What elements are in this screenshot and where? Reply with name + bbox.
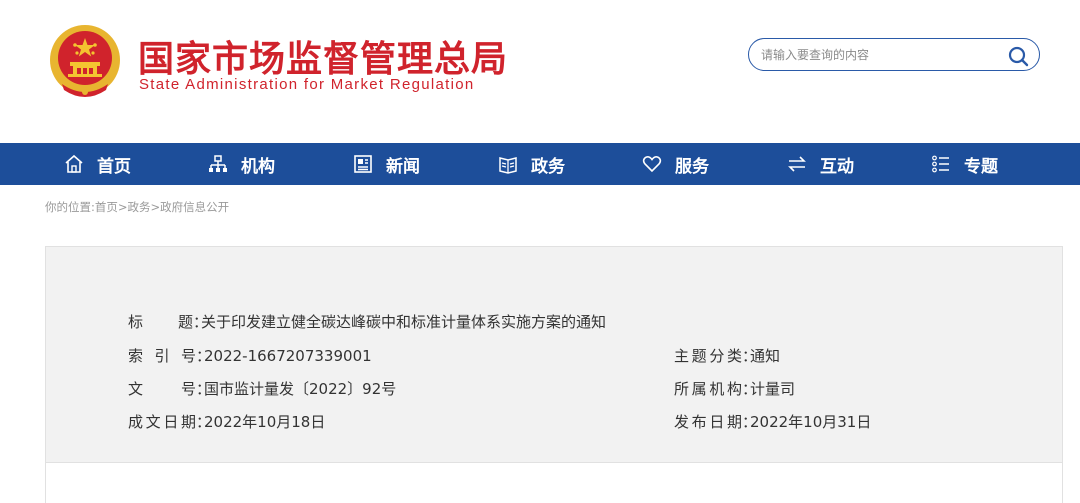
nav-item-topics[interactable]: 专题 [930,143,998,185]
meta-org-row: 所属机构：计量司 [674,378,795,399]
meta-org-value: 计量司 [750,380,796,398]
meta-index-label: 索引号 [128,347,196,365]
search-box [748,38,1040,71]
meta-category-row: 主题分类：通知 [674,345,780,366]
nav-item-news[interactable]: 新闻 [352,143,420,185]
site-title-cn: 国家市场监督管理总局 [138,39,509,80]
org-chart-icon [207,153,229,175]
nav-item-label: 专题 [964,156,998,177]
meta-colon: ： [742,380,758,398]
nav-item-label: 首页 [97,156,131,177]
meta-doc-no-label: 文号 [128,380,196,398]
meta-created-label: 成文日期 [128,413,196,431]
nav-item-affairs[interactable]: 政务 [497,143,565,185]
meta-created-value: 2022年10月18日 [204,413,326,431]
breadcrumb-link-affairs[interactable]: 政务 [128,200,151,214]
newspaper-icon [352,153,374,175]
nav-item-label: 新闻 [386,156,420,177]
nav-item-label: 服务 [675,156,709,177]
meta-colon: ： [196,413,212,431]
site-title-en: State Administration for Market Regulati… [139,76,475,93]
meta-created-row: 成文日期：2022年10月18日 [128,411,325,432]
breadcrumb-link-home[interactable]: 首页 [95,200,118,214]
meta-category-value: 通知 [750,347,781,365]
meta-doc-no-row: 文号：国市监计量发〔2022〕92号 [128,378,396,399]
meta-colon: ： [742,413,758,431]
breadcrumb-link-gov-info[interactable]: 政府信息公开 [160,200,229,214]
meta-colon: ： [742,347,758,365]
meta-org-label: 所属机构 [674,380,742,398]
list-icon [930,153,952,175]
meta-published-value: 2022年10月31日 [750,413,872,431]
heart-icon [641,153,663,175]
meta-index-row: 索引号：2022-1667207339001 [128,345,372,366]
national-emblem-icon [50,25,120,97]
breadcrumb-prefix: 你的位置: [45,200,95,214]
nav-item-home[interactable]: 首页 [63,143,131,185]
meta-colon: ： [193,313,209,331]
nav-item-interaction[interactable]: 互动 [786,143,854,185]
breadcrumb-separator: > [150,200,161,214]
site-header: 国家市场监督管理总局 State Administration for Mark… [0,0,1080,143]
document-body [45,463,1063,503]
search-icon[interactable] [1007,45,1029,67]
meta-title-label: 标题 [128,313,193,331]
meta-colon: ： [196,380,212,398]
search-input[interactable] [761,39,1001,70]
meta-doc-no-value: 国市监计量发〔2022〕92号 [204,380,397,398]
main-nav: 首页 机构 新闻 政务 服务 互动 专题 [0,143,1080,185]
meta-published-row: 发布日期：2022年10月31日 [674,411,871,432]
nav-item-label: 互动 [820,156,854,177]
nav-item-org[interactable]: 机构 [207,143,275,185]
breadcrumb-separator: > [117,200,128,214]
meta-category-label: 主题分类 [674,347,742,365]
meta-published-label: 发布日期 [674,413,742,431]
breadcrumb: 你的位置:首页>政务>政府信息公开 [45,199,229,215]
nav-item-label: 机构 [241,156,275,177]
meta-index-value: 2022-1667207339001 [204,347,372,365]
meta-title-value: 关于印发建立健全碳达峰碳中和标准计量体系实施方案的通知 [201,313,607,331]
meta-title-row: 标题：关于印发建立健全碳达峰碳中和标准计量体系实施方案的通知 [128,311,606,332]
swap-arrows-icon [786,153,808,175]
home-icon [63,153,85,175]
nav-item-service[interactable]: 服务 [641,143,709,185]
book-icon [497,153,519,175]
nav-item-label: 政务 [531,156,565,177]
meta-colon: ： [196,347,212,365]
